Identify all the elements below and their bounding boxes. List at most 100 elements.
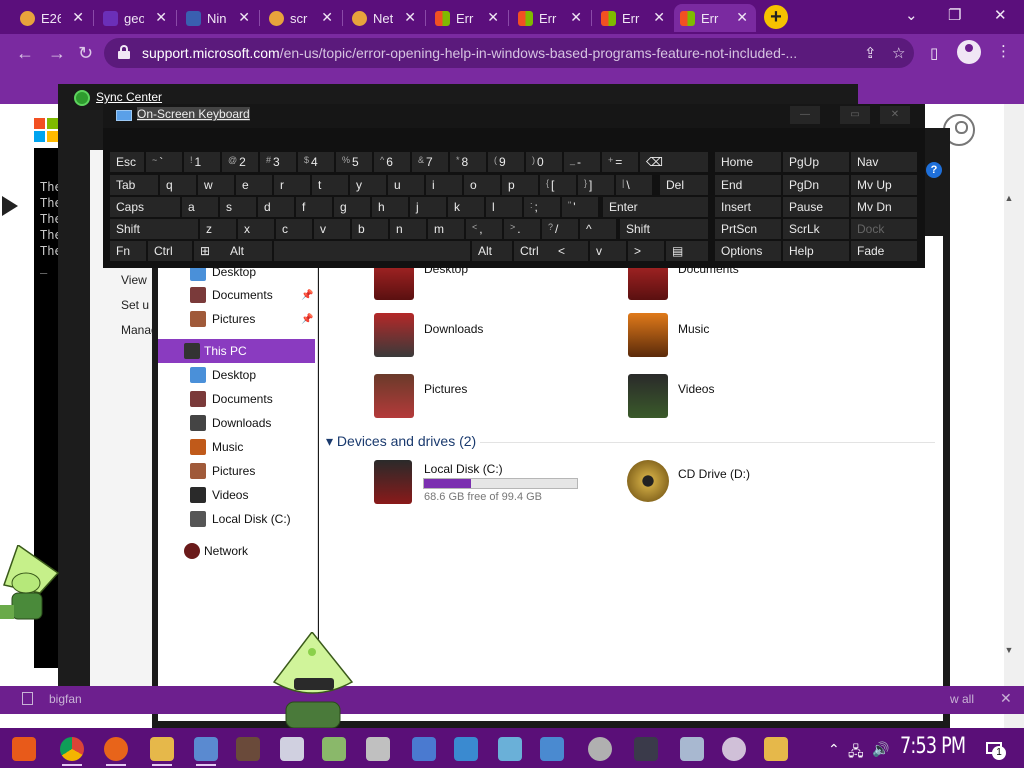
forward-icon[interactable]: → [48, 43, 66, 64]
minimize-icon[interactable]: ⌄ [905, 6, 918, 24]
osk-key[interactable]: @2 [222, 152, 258, 172]
folder-label-downloads[interactable]: Downloads [424, 322, 483, 336]
osk-key[interactable]: Alt [224, 241, 272, 261]
sidebar-icon[interactable]: ▯ [930, 44, 938, 62]
folder-label-pictures[interactable]: Pictures [424, 382, 467, 396]
osk-key[interactable]: ? / [542, 219, 578, 239]
osk-key[interactable]: Tab [110, 175, 158, 195]
osk-key[interactable]: l [486, 197, 522, 217]
osk-key[interactable]: e [236, 175, 272, 195]
osk-key[interactable]: f [296, 197, 332, 217]
bookmark-star-icon[interactable]: ☆ [892, 44, 905, 62]
osk-key[interactable]: }] [578, 175, 614, 195]
terminal-taskbar-icon[interactable] [634, 737, 658, 761]
osk-key[interactable]: b [352, 219, 388, 239]
osk-key[interactable]: Ctrl [514, 241, 552, 261]
osk-key[interactable]: Mv Up [851, 175, 917, 195]
osk-key[interactable]: * 8 [450, 152, 486, 172]
nav-item-desktop[interactable]: Desktop [212, 368, 256, 386]
nav-item-downloads[interactable]: Downloads [212, 416, 271, 434]
url-text[interactable]: support.microsoft.com/en-us/topic/error-… [142, 45, 797, 61]
paint-taskbar-icon[interactable] [366, 737, 390, 761]
browser-tab[interactable]: Nin ✕ [180, 4, 258, 32]
file-explorer-taskbar-icon[interactable] [150, 737, 174, 766]
network-tray-icon[interactable]: 🖧 [848, 741, 864, 765]
osk-key[interactable]: d [258, 197, 294, 217]
osk-key[interactable]: ^ [580, 219, 616, 239]
remote-desktop-taskbar-icon[interactable] [454, 737, 478, 761]
collapse-chevron-icon[interactable]: ▾ [326, 433, 333, 449]
local-disk-drive-icon[interactable] [374, 460, 412, 504]
osk-key[interactable]: x [238, 219, 274, 239]
nav-item-network[interactable]: Network [204, 544, 248, 562]
osk-key[interactable]: < [552, 241, 588, 261]
nav-item-music[interactable]: Music [212, 440, 243, 458]
pictures-folder-icon[interactable] [374, 374, 414, 418]
new-tab-button[interactable]: + [764, 5, 788, 29]
osk-key[interactable]: ~ ` [146, 152, 182, 172]
osk-key[interactable]: k [448, 197, 484, 217]
osk-key[interactable]: ▤ [666, 241, 708, 261]
osk-close-icon[interactable]: ✕ [880, 106, 910, 124]
osk-key[interactable]: End [715, 175, 781, 195]
reload-icon[interactable]: ↻ [78, 43, 93, 64]
clock-app-taskbar-icon[interactable] [722, 737, 746, 761]
osk-key[interactable]: p [502, 175, 538, 195]
osk-key[interactable]: Options [715, 241, 781, 261]
osk-key[interactable]: <, [466, 219, 502, 239]
osk-key[interactable]: Dock [851, 219, 917, 239]
chrome-taskbar-icon[interactable] [60, 737, 84, 766]
osk-key[interactable]: $4 [298, 152, 334, 172]
osk-key[interactable]: Ctrl [148, 241, 192, 261]
videos-folder-icon[interactable] [628, 374, 668, 418]
osk-key[interactable]: j [410, 197, 446, 217]
osk-key[interactable]: Fade [851, 241, 917, 261]
osk-key[interactable]: Insert [715, 197, 781, 217]
scroll-up-icon[interactable]: ▲ [1002, 193, 1016, 207]
osk-key[interactable]: ! 1 [184, 152, 220, 172]
browser-tab[interactable]: Net ✕ [346, 4, 424, 32]
tab-close-icon[interactable]: ✕ [570, 9, 582, 26]
nav-item-documents[interactable]: Documents [212, 288, 273, 306]
osk-key[interactable]: PrtScn [715, 219, 781, 239]
downloads-folder-icon[interactable] [374, 313, 414, 357]
osk-key[interactable]: {[ [540, 175, 576, 195]
osk-key[interactable]: PgUp [783, 152, 849, 172]
nav-item-pictures[interactable]: Pictures [212, 312, 255, 330]
nav-item-videos[interactable]: Videos [212, 488, 248, 506]
osk-key[interactable]: | \ [616, 175, 652, 195]
osk-key[interactable]: Shift [110, 219, 198, 239]
lock-icon[interactable] [118, 45, 130, 59]
osk-key[interactable]: i [426, 175, 462, 195]
osk-key[interactable]: ) 0 [526, 152, 562, 172]
osk-key[interactable]: " ' [562, 197, 598, 217]
browser-tab[interactable]: Err ✕ [595, 4, 673, 32]
tray-chevron-icon[interactable]: ⌃ [828, 741, 840, 758]
osk-key[interactable]: Pause [783, 197, 849, 217]
tab-close-icon[interactable]: ✕ [404, 9, 416, 26]
tab-close-icon[interactable]: ✕ [736, 9, 748, 26]
show-all-link[interactable]: w all [950, 692, 974, 706]
browser-tab[interactable]: geo ✕ [97, 4, 175, 32]
osk-key[interactable]: % 5 [336, 152, 372, 172]
nav-item-local-disk[interactable]: Local Disk (C:) [212, 512, 291, 530]
network-taskbar-icon[interactable] [322, 737, 346, 761]
sync-link-setup[interactable]: Set u [121, 298, 149, 312]
osk-key[interactable]: PgDn [783, 175, 849, 195]
task-manager-taskbar-icon[interactable] [280, 737, 304, 761]
screenshot-taskbar-icon[interactable] [412, 737, 436, 761]
devices-section-header[interactable]: ▾ Devices and drives (2) [326, 433, 476, 450]
osk-key[interactable]: v [314, 219, 350, 239]
browser-tab[interactable]: E26 ✕ [14, 4, 92, 32]
firefox-taskbar-icon[interactable] [104, 737, 128, 766]
share-icon[interactable]: ⇪ [864, 44, 877, 62]
osk-key[interactable]: a [182, 197, 218, 217]
osk-key[interactable]: Shift [620, 219, 708, 239]
osk-key[interactable]: v [590, 241, 626, 261]
disc-taskbar-icon[interactable] [588, 737, 612, 761]
download-bar-filename[interactable]: bigfan [49, 692, 82, 706]
osk-key[interactable]: q [160, 175, 196, 195]
settings-taskbar-icon[interactable] [498, 737, 522, 761]
osk-key[interactable]: & 7 [412, 152, 448, 172]
restore-icon[interactable]: ❐ [948, 6, 961, 24]
